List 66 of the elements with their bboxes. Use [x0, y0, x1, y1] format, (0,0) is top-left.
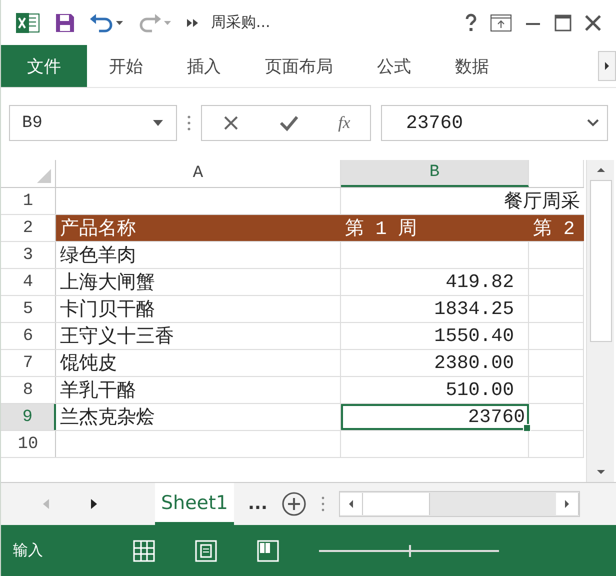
product-name: 兰杰克杂烩	[60, 405, 155, 430]
cell-value: 23760	[468, 406, 525, 428]
cancel-icon[interactable]	[222, 114, 240, 132]
product-name: 王守义十三香	[60, 324, 174, 349]
status-mode: 输入	[13, 541, 44, 560]
enter-icon[interactable]	[278, 114, 299, 132]
cell-value: 1834.25	[434, 298, 514, 320]
cell-value: 2380.00	[434, 352, 514, 374]
row-header[interactable]: 9	[1, 404, 56, 430]
row-header[interactable]: 7	[1, 350, 56, 376]
insert-function-button[interactable]: fx	[338, 113, 350, 133]
help-icon[interactable]	[464, 12, 478, 32]
column-header[interactable]: B	[341, 160, 529, 187]
ribbon-tab[interactable]: 数据	[433, 45, 511, 87]
scroll-left-icon[interactable]	[348, 499, 354, 509]
row-header[interactable]: 8	[1, 377, 56, 403]
vertical-scrollbar[interactable]	[586, 160, 614, 482]
ribbon-tab[interactable]: 开始	[87, 45, 165, 87]
row-header[interactable]: 3	[1, 242, 56, 268]
product-name: 羊乳干酪	[60, 378, 136, 403]
ribbon-display-icon[interactable]	[490, 14, 512, 32]
right-arrow-icon	[604, 61, 610, 71]
maximize-icon[interactable]	[554, 14, 572, 32]
product-name: 卡门贝干酪	[60, 297, 155, 322]
scroll-up-icon[interactable]	[594, 166, 606, 174]
column-heading: 产品名称	[60, 216, 136, 241]
ribbon-tab[interactable]: 插入	[165, 45, 243, 87]
column-heading: 第 2	[533, 217, 575, 241]
row-header[interactable]: 4	[1, 269, 56, 295]
zoom-slider[interactable]	[319, 544, 499, 558]
scroll-down-icon[interactable]	[594, 468, 606, 476]
window-title: 周采购...	[211, 13, 270, 32]
ribbon-tab[interactable]: 公式	[355, 45, 433, 87]
sheet-title: 餐厅周采	[504, 189, 580, 214]
name-box[interactable]: B9	[9, 105, 177, 141]
more-sheets-button[interactable]: ...	[248, 494, 268, 514]
cell-value: 510.00	[446, 379, 514, 401]
product-name: 上海大闸蟹	[60, 270, 155, 295]
grip-icon	[187, 114, 191, 132]
page-layout-icon[interactable]	[195, 540, 217, 562]
grip-icon	[321, 495, 326, 513]
cell-value: 419.82	[446, 271, 514, 293]
horizontal-scrollbar[interactable]	[339, 491, 580, 517]
spreadsheet-logo-icon	[15, 10, 41, 34]
next-sheet-icon[interactable]	[89, 498, 99, 510]
add-sheet-icon[interactable]	[281, 491, 308, 517]
row-header[interactable]: 6	[1, 323, 56, 349]
ribbon-scroll-button[interactable]	[598, 51, 616, 81]
active-cell[interactable]: 23760	[341, 404, 529, 430]
product-name: 馄饨皮	[60, 351, 117, 376]
sheet-tab[interactable]: Sheet1	[155, 483, 234, 525]
row-header[interactable]: 10	[1, 431, 56, 457]
row-header[interactable]: 1	[1, 188, 56, 214]
close-icon[interactable]	[584, 14, 602, 32]
ribbon-tab[interactable]: 文件	[1, 45, 87, 87]
cell-value: 1550.40	[434, 325, 514, 347]
page-break-icon[interactable]	[257, 540, 279, 562]
row-header[interactable]: 5	[1, 296, 56, 322]
scroll-right-icon[interactable]	[564, 499, 570, 509]
formula-input[interactable]: 23760	[381, 105, 608, 141]
normal-view-icon[interactable]	[133, 540, 155, 562]
column-heading: 第 1 周	[345, 217, 418, 241]
ribbon-tab[interactable]: 页面布局	[243, 45, 355, 87]
product-name: 绿色羊肉	[60, 243, 136, 268]
triangle-icon	[37, 169, 51, 183]
expand-icon[interactable]	[587, 119, 599, 127]
